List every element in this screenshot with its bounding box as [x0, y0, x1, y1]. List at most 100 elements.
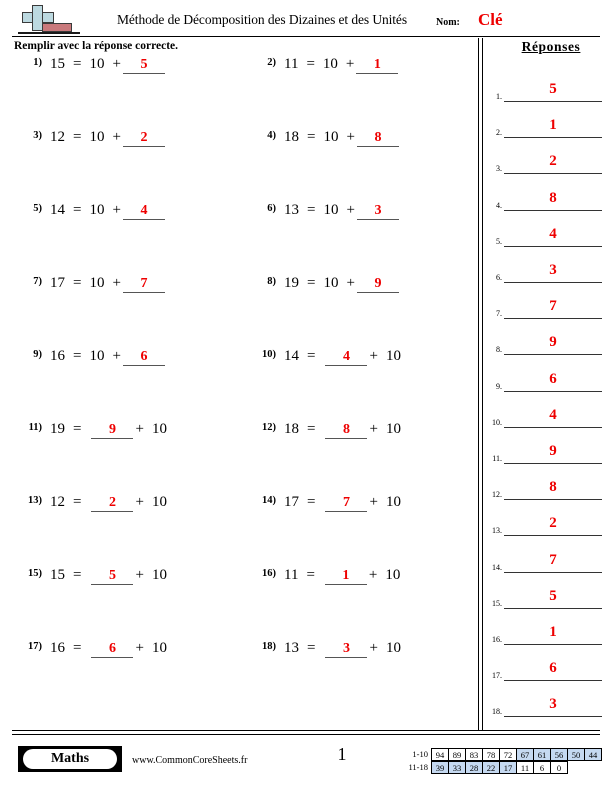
problem-operand-tens: 10: [151, 421, 167, 437]
problem-operand-tens: 10: [322, 56, 338, 72]
answer-value[interactable]: 2: [504, 513, 602, 537]
answer-value[interactable]: 9: [504, 441, 602, 464]
plus-sign: +: [112, 129, 121, 145]
answer-blank[interactable]: 4: [122, 202, 165, 220]
answer-value[interactable]: 9: [504, 332, 602, 356]
problem-number: 13): [28, 495, 42, 506]
problem-number: 11): [28, 422, 42, 433]
answer-row-number: 10.: [492, 417, 502, 427]
problem-equation: 14 = 10 +4: [50, 202, 167, 220]
answer-value[interactable]: 1: [504, 115, 602, 139]
answer-blank[interactable]: 1: [324, 567, 367, 585]
footer-divider-bottom: [12, 734, 600, 735]
problem-operand-total: 11: [284, 567, 299, 583]
equals-sign: =: [73, 202, 82, 218]
answer-blank[interactable]: 9: [91, 421, 134, 439]
problem-item: 14) 17 = 7 +10: [250, 494, 478, 528]
problem-item: 5) 14 = 10 +4: [16, 202, 246, 236]
grade-scale-cell: 28: [465, 761, 483, 774]
grade-scale-cell: 22: [482, 761, 500, 774]
problem-operand-tens: 10: [323, 275, 339, 291]
problem-item: 15) 15 = 5 +10: [16, 567, 246, 601]
answer-blank[interactable]: 8: [356, 129, 399, 147]
answer-value[interactable]: 4: [504, 224, 602, 247]
problem-operand-tens: 10: [89, 129, 105, 145]
problem-number: 17): [28, 641, 42, 652]
plus-sign: +: [135, 421, 144, 437]
equals-sign: =: [73, 56, 82, 72]
answer-blank[interactable]: 2: [122, 129, 165, 147]
grade-scale-cell: 11: [516, 761, 534, 774]
footer-divider-top: [12, 730, 600, 731]
answer-value[interactable]: 1: [504, 622, 602, 645]
problem-operand-tens: 10: [151, 640, 167, 656]
answer-row-number: 5.: [496, 236, 502, 246]
answer-value[interactable]: 2: [504, 151, 602, 175]
answer-blank[interactable]: 3: [325, 640, 368, 658]
problem-equation: 17 = 10 +7: [50, 275, 167, 293]
grading-scale-table: 1-10 94 89 83 78 72 67 61 56 50 44 11-18 39 33 28 22 17 1…: [398, 748, 602, 774]
problem-item: 1) 15 = 10 +5: [16, 56, 246, 90]
equals-sign: =: [306, 567, 315, 583]
problem-equation: 19 = 9 +10: [50, 421, 167, 439]
problem-equation: 13 = 10 +3: [284, 202, 401, 220]
plus-sign: +: [346, 202, 355, 218]
plus-sign: +: [346, 129, 355, 145]
header-divider: [12, 36, 600, 37]
page-footer: Maths www.CommonCoreSheets.fr 1 1-10 94 89…: [12, 740, 602, 784]
answer-blank[interactable]: 4: [325, 348, 368, 366]
answer-blank[interactable]: 5: [122, 56, 165, 74]
problem-operand-total: 12: [50, 494, 65, 510]
answer-blank[interactable]: 2: [91, 494, 134, 512]
answer-blank[interactable]: 1: [356, 56, 399, 74]
problem-operand-tens: 10: [89, 275, 105, 291]
problem-number: 4): [267, 130, 276, 141]
problem-operand-tens: 10: [385, 494, 401, 510]
answer-value[interactable]: 6: [504, 658, 602, 682]
problem-equation: 18 = 8 +10: [284, 421, 401, 439]
answer-row-number: 3.: [496, 164, 502, 174]
problems-grid: 1) 15 = 10 +5 2) 11 = 10 +1 3) 12 = 10 +2 4) 18 = 10 +8 5) 14…: [0, 56, 478, 716]
answer-value[interactable]: 8: [504, 188, 602, 211]
answer-blank[interactable]: 7: [325, 494, 368, 512]
answer-row: 18. 3: [486, 681, 606, 718]
plus-sign: +: [369, 640, 378, 656]
answer-blank[interactable]: 6: [122, 348, 165, 366]
answer-row: 7. 7: [486, 283, 606, 320]
answer-blank[interactable]: 9: [356, 275, 399, 293]
answer-value[interactable]: 4: [504, 405, 602, 428]
answer-value[interactable]: 3: [504, 260, 602, 283]
answer-value[interactable]: 3: [504, 694, 602, 718]
grade-scale-cell-empty: [584, 761, 602, 774]
answer-value[interactable]: 5: [504, 79, 602, 102]
answer-row-number: 11.: [492, 454, 502, 463]
logo-plus-center-fill: [33, 13, 42, 22]
answer-blank[interactable]: 3: [356, 202, 399, 220]
answer-value[interactable]: 8: [504, 477, 602, 501]
answer-value[interactable]: 7: [504, 296, 602, 320]
answer-value[interactable]: 6: [504, 369, 602, 392]
equals-sign: =: [73, 567, 82, 583]
answer-value[interactable]: 5: [504, 586, 602, 609]
problem-item: 2) 11 = 10 +1: [250, 56, 478, 90]
plus-sign: +: [135, 640, 144, 656]
problem-number: 16): [262, 568, 276, 579]
subject-badge: Maths: [18, 746, 122, 772]
grade-scale-cell: 44: [584, 748, 602, 761]
equals-sign: =: [73, 640, 82, 656]
problem-equation: 12 = 10 +2: [50, 129, 167, 147]
answer-blank[interactable]: 8: [325, 421, 368, 439]
problem-equation: 17 = 7 +10: [284, 494, 401, 512]
answer-blank[interactable]: 7: [122, 275, 165, 293]
answer-blank[interactable]: 5: [91, 567, 134, 585]
answer-blank[interactable]: 6: [91, 640, 134, 658]
problem-number: 7): [33, 276, 42, 287]
answer-value[interactable]: 7: [504, 550, 602, 573]
answer-row-number: 8.: [496, 345, 502, 355]
problem-item: 8) 19 = 10 +9: [250, 275, 478, 309]
answer-row-number: 6.: [496, 273, 502, 282]
problem-item: 4) 18 = 10 +8: [250, 129, 478, 163]
plus-sign: +: [368, 567, 378, 583]
problem-number: 14): [262, 495, 276, 506]
answer-row-number: 15.: [492, 598, 502, 608]
